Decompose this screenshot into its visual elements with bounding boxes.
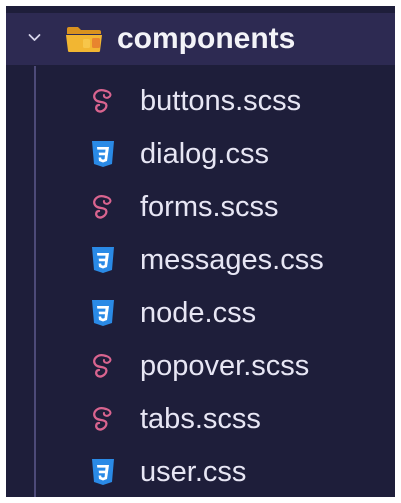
file-label: buttons.scss [140, 85, 302, 117]
file-explorer-tree: components buttons.scss dialog.css forms… [6, 6, 395, 497]
folder-row-components[interactable]: components [6, 13, 395, 65]
folder-label: components [117, 22, 296, 55]
css3-icon [92, 141, 114, 167]
file-row-messages-css[interactable]: messages.css [6, 234, 395, 287]
file-row-node-css[interactable]: node.css [6, 287, 395, 340]
file-label: popover.scss [140, 350, 310, 382]
sass-icon [93, 195, 112, 219]
file-label: messages.css [140, 244, 324, 276]
file-label: tabs.scss [140, 403, 261, 435]
sass-icon [93, 354, 112, 378]
sass-icon [93, 89, 112, 113]
file-row-buttons-scss[interactable]: buttons.scss [6, 75, 395, 128]
file-label: forms.scss [140, 191, 279, 223]
file-row-user-css[interactable]: user.css [6, 446, 395, 497]
css3-icon [92, 459, 114, 485]
file-row-dialog-css[interactable]: dialog.css [6, 128, 395, 181]
sass-icon [93, 407, 112, 431]
file-label: user.css [140, 456, 247, 488]
css3-icon [92, 247, 114, 273]
css3-icon [92, 300, 114, 326]
chevron-down-icon[interactable] [28, 31, 41, 44]
file-row-forms-scss[interactable]: forms.scss [6, 181, 395, 234]
file-row-popover-scss[interactable]: popover.scss [6, 340, 395, 393]
file-row-tabs-scss[interactable]: tabs.scss [6, 393, 395, 446]
folder-icon [66, 27, 102, 52]
file-label: node.css [140, 297, 257, 329]
file-label: dialog.css [140, 138, 269, 170]
